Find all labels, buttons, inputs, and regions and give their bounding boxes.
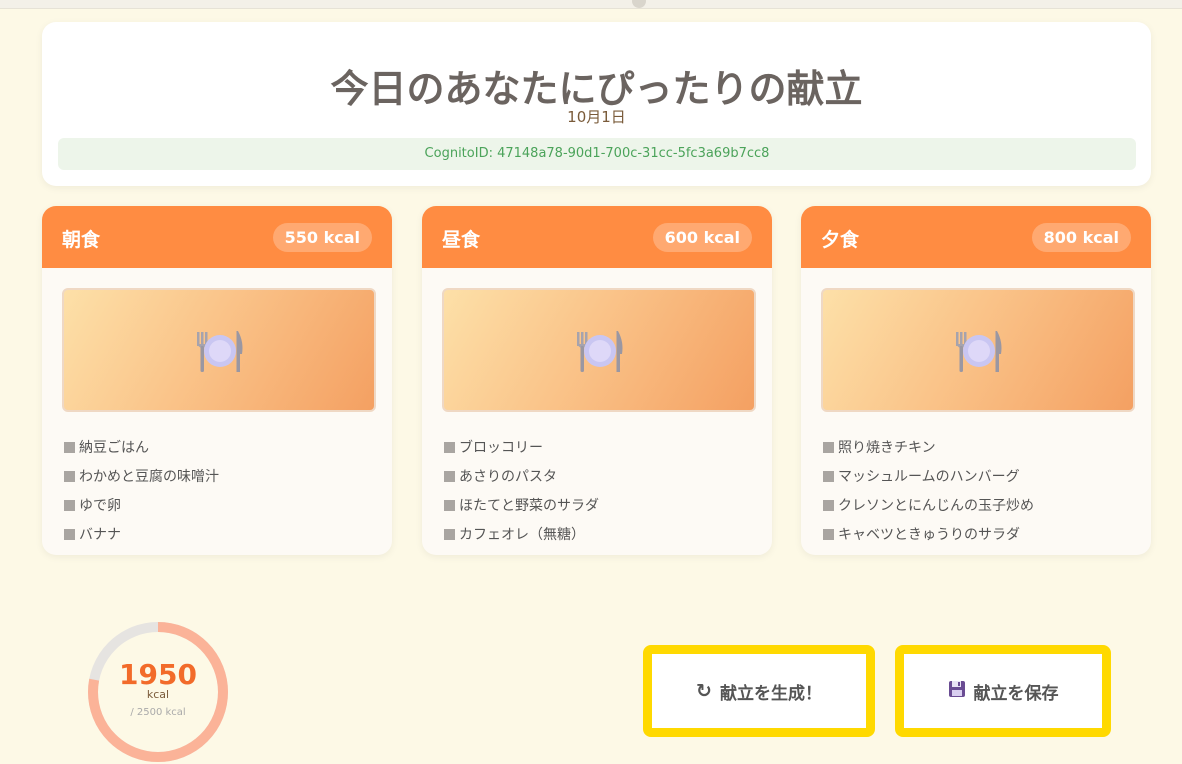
list-item: キャベツときゅうりのサラダ bbox=[823, 525, 1034, 554]
meal-card-breakfast: 朝食 550 kcal 納豆ごはん わかめと豆腐の味噌汁 ゆで卵 バナナ bbox=[42, 206, 392, 555]
meal-header: 昼食 600 kcal bbox=[422, 206, 772, 268]
meal-header: 夕食 800 kcal bbox=[801, 206, 1151, 268]
meal-image bbox=[821, 288, 1135, 412]
meal-name: 朝食 bbox=[62, 229, 101, 251]
calorie-unit: kcal bbox=[146, 688, 170, 701]
kcal-badge: 600 kcal bbox=[652, 223, 752, 252]
meal-item-list: ブロッコリー あさりのパスタ ほたてと野菜のサラダ カフェオレ（無糖） bbox=[444, 438, 599, 554]
save-menu-label: 献立を保存 bbox=[973, 683, 1059, 704]
plate-with-cutlery-icon bbox=[197, 331, 243, 372]
list-item: ほたてと野菜のサラダ bbox=[444, 496, 599, 525]
meal-card-lunch: 昼食 600 kcal ブロッコリー あさりのパスタ ほたてと野菜のサラダ カフ… bbox=[422, 206, 772, 555]
meal-name: 夕食 bbox=[821, 229, 860, 251]
meal-header: 朝食 550 kcal bbox=[42, 206, 392, 268]
meal-image bbox=[442, 288, 756, 412]
floppy-disk-icon bbox=[948, 680, 966, 703]
meal-card-dinner: 夕食 800 kcal 照り焼きチキン マッシュルームのハンバーグ クレソンとに… bbox=[801, 206, 1151, 555]
list-item: バナナ bbox=[64, 525, 219, 554]
plate-with-cutlery-icon bbox=[956, 331, 1002, 372]
refresh-icon: ↻ bbox=[696, 680, 712, 702]
list-item: 納豆ごはん bbox=[64, 438, 219, 467]
generate-menu-button[interactable]: ↻ 献立を生成！ bbox=[643, 645, 875, 737]
top-bar bbox=[0, 0, 1182, 9]
list-item: ブロッコリー bbox=[444, 438, 599, 467]
list-item: ゆで卵 bbox=[64, 496, 219, 525]
save-menu-button[interactable]: 献立を保存 bbox=[895, 645, 1111, 737]
list-item: クレソンとにんじんの玉子炒め bbox=[823, 496, 1034, 525]
list-item: カフェオレ（無糖） bbox=[444, 525, 599, 554]
header-card: 今日のあなたにぴったりの献立 10月1日 CognitoID: 47148a78… bbox=[42, 22, 1151, 186]
plate-with-cutlery-icon bbox=[577, 331, 623, 372]
meal-image bbox=[62, 288, 376, 412]
kcal-badge: 800 kcal bbox=[1031, 223, 1131, 252]
list-item: あさりのパスタ bbox=[444, 467, 599, 496]
list-item: マッシュルームのハンバーグ bbox=[823, 467, 1034, 496]
meal-name: 昼食 bbox=[442, 229, 481, 251]
meal-item-list: 照り焼きチキン マッシュルームのハンバーグ クレソンとにんじんの玉子炒め キャベ… bbox=[823, 438, 1034, 554]
meal-item-list: 納豆ごはん わかめと豆腐の味噌汁 ゆで卵 バナナ bbox=[64, 438, 219, 554]
generate-menu-label: 献立を生成！ bbox=[719, 683, 822, 704]
calorie-max: / 2500 kcal bbox=[130, 707, 186, 718]
calorie-total: 1950 bbox=[119, 658, 197, 691]
date-label: 10月1日 bbox=[567, 108, 626, 126]
list-item: わかめと豆腐の味噌汁 bbox=[64, 467, 219, 496]
top-bar-handle bbox=[632, 0, 646, 8]
list-item: 照り焼きチキン bbox=[823, 438, 1034, 467]
kcal-badge: 550 kcal bbox=[272, 223, 372, 252]
cognito-id-banner: CognitoID: 47148a78-90d1-700c-31cc-5fc3a… bbox=[58, 138, 1136, 170]
